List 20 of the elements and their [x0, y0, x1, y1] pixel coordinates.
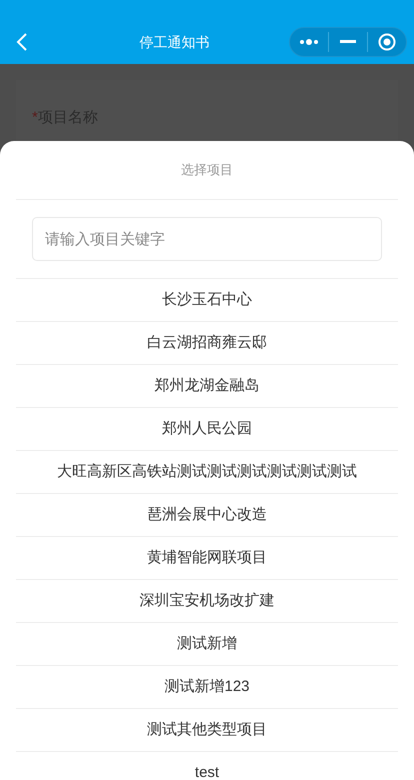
project-item[interactable]: 琶洲会展中心改造 — [16, 494, 398, 537]
project-item[interactable]: 长沙玉石中心 — [16, 279, 398, 322]
more-icon — [299, 38, 319, 46]
search-field[interactable]: 请输入项目关键字 — [32, 217, 382, 261]
project-item[interactable]: 测试其他类型项目 — [16, 709, 398, 752]
sheet-title: 选择项目 — [181, 161, 233, 180]
project-item[interactable]: 深圳宝安机场改扩建 — [16, 580, 398, 623]
project-item[interactable]: test — [16, 752, 398, 780]
nav-title: 停工通知书 — [140, 32, 210, 52]
project-item[interactable]: 郑州人民公园 — [16, 408, 398, 451]
project-item[interactable]: 大旺高新区高铁站测试测试测试测试测试测试 — [16, 451, 398, 494]
required-mark: * — [32, 108, 38, 128]
project-item[interactable]: 测试新增 — [16, 623, 398, 666]
back-icon — [16, 32, 28, 52]
minimize-icon — [340, 40, 356, 44]
close-icon — [378, 33, 396, 51]
project-item[interactable]: 黄埔智能网联项目 — [16, 537, 398, 580]
project-item[interactable]: 测试新增123 — [16, 666, 398, 709]
project-item[interactable]: 白云湖招商雍云邸 — [16, 322, 398, 365]
project-item[interactable]: 郑州龙湖金融岛 — [16, 365, 398, 408]
